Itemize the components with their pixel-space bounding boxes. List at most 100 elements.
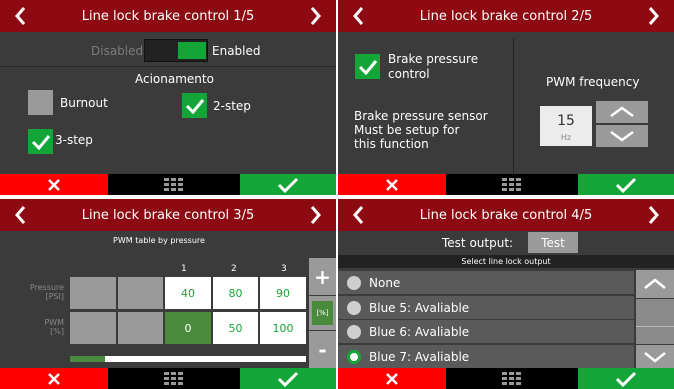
grid-icon (164, 177, 183, 191)
column-header: 3 (281, 264, 287, 274)
output-option-label: Blue 6: Avaliable (369, 324, 470, 339)
radio-selected-icon (347, 349, 361, 364)
chevron-down-icon (644, 352, 666, 363)
output-option[interactable]: Blue 7: Avaliable (338, 345, 634, 368)
table-cell[interactable]: 40 (165, 277, 211, 309)
menu-button[interactable] (446, 368, 578, 389)
menu-button[interactable] (446, 174, 578, 195)
confirm-button[interactable] (578, 368, 674, 389)
output-option-label: None (369, 275, 401, 290)
footer (338, 368, 674, 389)
unit-toggle-button[interactable]: [%] (312, 301, 333, 325)
check-icon (615, 371, 637, 387)
radio-icon (347, 275, 361, 290)
table-title: PWM table by pressure (113, 236, 205, 245)
output-option[interactable]: Blue 6: Avaliable (338, 320, 634, 343)
footer (338, 174, 674, 195)
table-cell-empty[interactable] (70, 277, 116, 309)
prev-arrow-icon[interactable] (344, 199, 372, 231)
pressure-label: Pressure (29, 283, 64, 292)
confirm-button[interactable] (240, 368, 336, 389)
list-title: Select line lock output (338, 255, 674, 268)
increment-button[interactable]: + (309, 258, 336, 295)
brake-pressure-checkbox[interactable] (355, 54, 380, 79)
enable-toggle[interactable] (144, 39, 208, 62)
chevron-up-icon (610, 106, 634, 118)
scrollbar-thumb[interactable] (70, 356, 106, 362)
output-option-label: Blue 5: Avaliable (369, 300, 470, 315)
menu-button[interactable] (108, 368, 240, 389)
list-scrollbar[interactable] (636, 299, 674, 344)
scroll-up-button[interactable] (636, 270, 674, 298)
cancel-button[interactable] (0, 174, 108, 195)
note-line-3: this function (354, 137, 429, 151)
next-arrow-icon[interactable] (640, 199, 668, 231)
table-cell[interactable]: 90 (260, 277, 306, 309)
burnout-checkbox[interactable] (28, 90, 53, 115)
check-icon (31, 134, 50, 150)
scrollbar-marker (636, 326, 674, 327)
cancel-button[interactable] (338, 174, 446, 195)
screen-title: Line lock brake control 4/5 (419, 207, 593, 223)
grid-icon (164, 371, 183, 385)
screen-3: Line lock brake control 3/5 PWM table by… (0, 199, 336, 389)
next-arrow-icon[interactable] (302, 199, 330, 231)
close-icon (48, 178, 60, 191)
pwm-up-button[interactable] (596, 101, 648, 123)
next-arrow-icon[interactable] (302, 0, 330, 32)
close-icon (386, 372, 398, 385)
table-cell-empty[interactable] (70, 312, 116, 344)
check-icon (615, 177, 637, 193)
check-icon (277, 177, 299, 193)
prev-arrow-icon[interactable] (344, 0, 372, 32)
divider (0, 66, 336, 67)
screen-4: Line lock brake control 4/5 Test output:… (338, 199, 674, 389)
next-arrow-icon[interactable] (640, 0, 668, 32)
note-line-2: Must be setup for (354, 123, 460, 137)
test-button[interactable]: Test (528, 232, 578, 253)
header: Line lock brake control 1/5 (0, 0, 336, 32)
pwm-frequency-label: PWM frequency (546, 75, 640, 89)
table-cell-selected[interactable]: 0 (165, 312, 211, 344)
disabled-label: Disabled (91, 44, 144, 58)
radio-icon (347, 324, 361, 339)
chevron-up-icon (644, 278, 666, 289)
prev-arrow-icon[interactable] (6, 199, 34, 231)
unit-toggle-wrap: [%] (309, 296, 336, 330)
pressure-unit: [PSI] (45, 292, 64, 301)
table-cell[interactable]: 100 (260, 312, 306, 344)
brake-pressure-label-2: control (388, 67, 430, 81)
decrement-button[interactable]: - (309, 331, 336, 369)
screen-2: Line lock brake control 2/5 Brake pressu… (338, 0, 674, 195)
pwm-value-box[interactable]: 15 Hz (540, 106, 592, 146)
menu-button[interactable] (108, 174, 240, 195)
table-cell[interactable]: 80 (213, 277, 258, 309)
three-step-checkbox[interactable] (28, 129, 53, 154)
scroll-down-button[interactable] (636, 345, 674, 369)
output-option[interactable]: Blue 5: Avaliable (338, 296, 634, 319)
confirm-button[interactable] (578, 174, 674, 195)
table-cell[interactable]: 50 (213, 312, 258, 344)
pwm-row-label: PWM [%] (0, 318, 64, 336)
chevron-down-icon (610, 130, 634, 142)
note-line-1: Brake pressure sensor (354, 109, 488, 123)
two-step-checkbox[interactable] (182, 93, 207, 118)
enabled-label: Enabled (212, 44, 261, 58)
footer (0, 368, 336, 389)
cancel-button[interactable] (338, 368, 446, 389)
check-icon (358, 59, 377, 75)
screen-title: Line lock brake control 1/5 (81, 8, 255, 24)
pwm-unit: [%] (50, 327, 64, 336)
confirm-button[interactable] (240, 174, 336, 195)
pwm-down-button[interactable] (596, 125, 648, 147)
horizontal-scrollbar[interactable] (70, 356, 306, 362)
table-cell-empty[interactable] (118, 277, 163, 309)
footer (0, 174, 336, 195)
output-option[interactable]: None (338, 271, 634, 294)
table-cell-empty[interactable] (118, 312, 163, 344)
test-output-label: Test output: (442, 236, 514, 250)
prev-arrow-icon[interactable] (6, 0, 34, 32)
grid-icon (502, 371, 521, 385)
cancel-button[interactable] (0, 368, 108, 389)
screen-title: Line lock brake control 2/5 (419, 8, 593, 24)
